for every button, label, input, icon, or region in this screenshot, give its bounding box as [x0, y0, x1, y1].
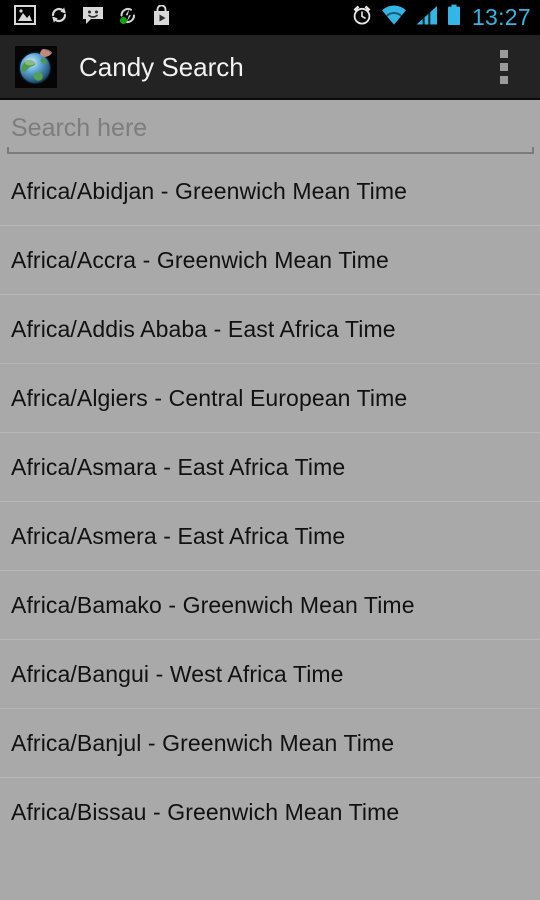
list-item-label: Africa/Addis Ababa - East Africa Time [11, 315, 396, 342]
action-bar: Candy Search [0, 35, 540, 100]
search-input-underline [7, 147, 534, 154]
status-bar-system-icons: 13:27 [351, 4, 531, 31]
list-item-label: Africa/Algiers - Central European Time [11, 384, 408, 411]
message-icon [82, 5, 104, 30]
list-item-label: Africa/Bamako - Greenwich Mean Time [11, 591, 415, 618]
list-item[interactable]: Africa/Bangui - West Africa Time [0, 640, 540, 709]
status-bar-notification-icons [14, 3, 171, 31]
list-item[interactable]: Africa/Abidjan - Greenwich Mean Time [0, 157, 540, 226]
status-bar-clock: 13:27 [471, 4, 531, 30]
timezone-list[interactable]: Africa/Abidjan - Greenwich Mean Time Afr… [0, 157, 540, 900]
list-item-label: Africa/Bangui - West Africa Time [11, 660, 344, 687]
list-item[interactable]: Africa/Algiers - Central European Time [0, 364, 540, 433]
search-bar [0, 102, 540, 155]
search-input[interactable] [7, 108, 534, 148]
list-item[interactable]: Africa/Bissau - Greenwich Mean Time [0, 778, 540, 847]
list-item-label: Africa/Bissau - Greenwich Mean Time [11, 799, 400, 825]
page-title: Candy Search [79, 51, 244, 82]
play-store-icon [152, 3, 171, 31]
list-item[interactable]: Africa/Banjul - Greenwich Mean Time [0, 709, 540, 778]
list-item[interactable]: Africa/Bamako - Greenwich Mean Time [0, 571, 540, 640]
globe-icon[interactable] [15, 45, 57, 88]
list-item-label: Africa/Asmara - East Africa Time [11, 453, 346, 480]
list-item[interactable]: Africa/Addis Ababa - East Africa Time [0, 295, 540, 364]
list-item-label: Africa/Abidjan - Greenwich Mean Time [11, 177, 408, 204]
list-item-label: Africa/Asmera - East Africa Time [11, 522, 346, 549]
list-item[interactable]: Africa/Accra - Greenwich Mean Time [0, 226, 540, 295]
overflow-menu-icon[interactable] [490, 42, 518, 92]
phone-screen: 13:27 Candy Search Search here Africa/Ab… [0, 0, 540, 900]
overflow-dot [500, 49, 508, 58]
status-bar: 13:27 [0, 0, 540, 35]
list-item[interactable]: Africa/Asmera - East Africa Time [0, 502, 540, 571]
image-icon [14, 5, 36, 30]
wifi-icon [381, 4, 407, 31]
list-item-label: Africa/Banjul - Greenwich Mean Time [11, 729, 395, 756]
overflow-dot [500, 75, 508, 84]
sync-icon [49, 5, 69, 30]
battery-icon [447, 4, 461, 31]
signal-icon [415, 5, 439, 31]
list-item[interactable]: Africa/Asmara - East Africa Time [0, 433, 540, 502]
list-item-label: Africa/Accra - Greenwich Mean Time [11, 246, 389, 273]
alarm-icon [351, 4, 373, 31]
overflow-dot [500, 62, 508, 71]
flash-sync-icon [117, 5, 139, 31]
